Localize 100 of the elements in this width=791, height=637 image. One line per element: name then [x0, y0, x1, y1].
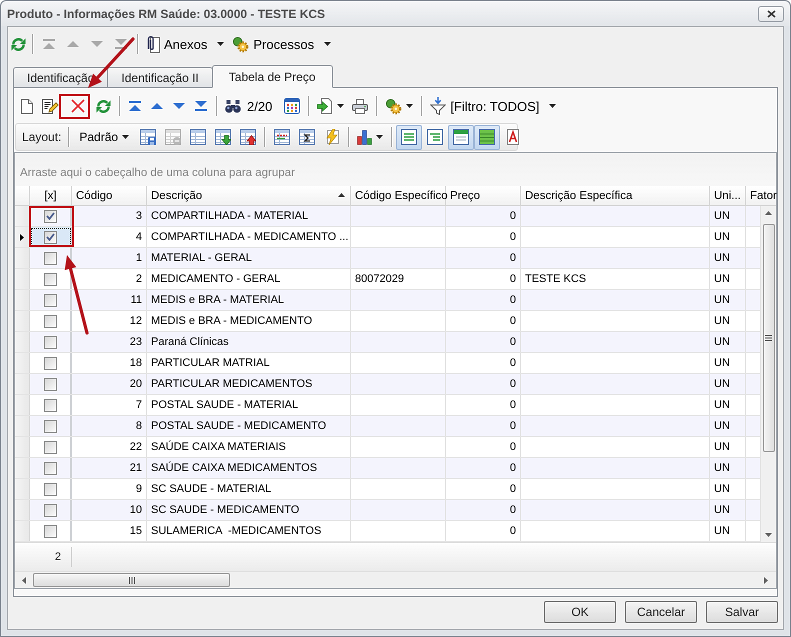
- scroll-down-icon: [765, 533, 772, 537]
- column-header[interactable]: Código: [72, 186, 147, 205]
- column-header[interactable]: [x]: [30, 186, 72, 205]
- checkbox[interactable]: [44, 252, 56, 264]
- caret-icon: [122, 135, 130, 139]
- table-row[interactable]: 23 Paraná Clínicas 0 UN: [15, 332, 760, 353]
- table-cell: 15: [130, 525, 142, 537]
- annotation-box: [29, 206, 74, 247]
- lined-table-icon: [401, 129, 418, 145]
- table-row[interactable]: 4 COMPARTILHADA - MEDICAMENTO ... 0 UN: [15, 227, 760, 248]
- checkbox[interactable]: [44, 462, 56, 474]
- table-row[interactable]: 15 SULAMERICA -MEDICAMENTOS 0 UN: [15, 521, 760, 542]
- footer-count: 2: [54, 551, 61, 563]
- table-cell: 8: [136, 420, 142, 432]
- column-header[interactable]: Descrição: [147, 186, 351, 205]
- table-cell: 0: [510, 315, 516, 327]
- table-row[interactable]: 12 MEDIS e BRA - MEDICAMENTO 0 UN: [15, 311, 760, 332]
- table-row[interactable]: 3 COMPARTILHADA - MATERIAL 0 UN: [15, 206, 760, 227]
- checkbox[interactable]: [44, 336, 56, 348]
- scrollbar-thumb[interactable]: [33, 573, 230, 587]
- tab[interactable]: Identificação II: [107, 67, 213, 88]
- table-row[interactable]: 7 POSTAL SAUDE - MATERIAL 0 UN: [15, 395, 760, 416]
- checkbox[interactable]: [44, 230, 56, 244]
- tab[interactable]: Identificação: [13, 67, 108, 88]
- table-cell: MEDIS e BRA - MEDICAMENTO: [151, 315, 312, 327]
- checkbox[interactable]: [44, 482, 56, 496]
- layout-dropdown[interactable]: Padrão: [73, 125, 136, 149]
- record-counter: 2/20: [247, 98, 272, 114]
- cancel-button[interactable]: Cancelar: [625, 601, 697, 623]
- table-cell: UN: [714, 399, 730, 411]
- table-row[interactable]: 2 MEDICAMENTO - GERAL 80072029 0 TESTE KCS UN: [15, 269, 760, 290]
- table-row[interactable]: 10 SC SAUDE - MEDICAMENTO 0 UN: [15, 500, 760, 521]
- blank-page-icon: [21, 98, 33, 114]
- sort-ascending-icon: [338, 193, 345, 197]
- ok-button[interactable]: OK: [544, 601, 616, 623]
- table-row[interactable]: 20 PARTICULAR MEDICAMENTOS 0 UN: [15, 374, 760, 395]
- filter-button[interactable]: [Filtro: TODOS]: [426, 94, 560, 118]
- scroll-up-icon: [765, 211, 772, 215]
- checkbox[interactable]: [44, 420, 56, 432]
- table-row[interactable]: 11 MEDIS e BRA - MATERIAL 0 UN: [15, 290, 760, 311]
- table-cell: UN: [714, 210, 730, 222]
- close-button[interactable]: [758, 6, 784, 22]
- checkbox[interactable]: [44, 272, 56, 286]
- horizontal-scrollbar[interactable]: [15, 571, 776, 588]
- column-header[interactable]: Preço: [446, 186, 521, 205]
- table-cell: 22: [130, 441, 142, 453]
- sigma-icon: [298, 129, 315, 145]
- table-cell: POSTAL SAUDE - MATERIAL: [151, 399, 298, 411]
- checkbox[interactable]: [44, 294, 56, 306]
- table-row[interactable]: 18 PARTICULAR MATRIAL 0 UN: [15, 353, 760, 374]
- checkbox[interactable]: [44, 378, 56, 390]
- table-cell: POSTAL SAUDE - MEDICAMENTO: [151, 420, 326, 432]
- checkbox[interactable]: [44, 314, 56, 328]
- table-cell: PARTICULAR MATRIAL: [151, 357, 270, 369]
- table-cell: 0: [510, 336, 516, 348]
- checkbox[interactable]: [44, 356, 56, 370]
- table-cell: UN: [714, 441, 730, 453]
- table-cell: UN: [714, 504, 730, 516]
- table-row[interactable]: 9 SC SAUDE - MATERIAL 0 UN: [15, 479, 760, 500]
- caret-icon: [376, 135, 384, 139]
- checkbox[interactable]: [44, 440, 56, 454]
- table-cell: 0: [510, 525, 516, 537]
- processes-button[interactable]: Processos: [228, 32, 336, 56]
- table-row[interactable]: 22 SAÚDE CAIXA MATERIAIS 0 UN: [15, 437, 760, 458]
- column-header[interactable]: Uni...: [710, 186, 746, 205]
- checkbox[interactable]: [44, 524, 56, 538]
- checkbox[interactable]: [44, 398, 56, 412]
- column-header[interactable]: Descrição Específica: [521, 186, 710, 205]
- annotation-box: [59, 94, 90, 119]
- grip-icon: [765, 335, 772, 341]
- table-cell: UN: [714, 525, 730, 537]
- group-hint: Arraste aqui o cabeçalho de uma coluna para agrupar: [20, 167, 295, 179]
- indented-lines-icon: [427, 129, 444, 145]
- table-row[interactable]: 1 MATERIAL - GERAL 0 UN: [15, 248, 760, 269]
- table-row[interactable]: 8 POSTAL SAUDE - MEDICAMENTO 0 UN: [15, 416, 760, 437]
- save-button[interactable]: Salvar: [706, 601, 778, 623]
- bar-triangle-up-icon: [129, 101, 141, 111]
- table-cell: UN: [714, 231, 730, 243]
- bar-triangle-down-icon: [115, 39, 127, 49]
- caret-icon: [549, 104, 556, 108]
- table-cell: 0: [510, 483, 516, 495]
- checkbox[interactable]: [44, 504, 56, 516]
- table-cell: 20: [130, 378, 142, 390]
- column-header[interactable]: Fator: [746, 186, 776, 205]
- table-row[interactable]: 21 SAÚDE CAIXA MEDICAMENTOS 0 UN: [15, 458, 760, 479]
- column-header[interactable]: Código Específico: [351, 186, 446, 205]
- vertical-scrollbar[interactable]: [760, 206, 776, 542]
- bar-triangle-down-icon: [195, 101, 207, 111]
- tab[interactable]: Tabela de Preço: [212, 65, 333, 88]
- table-cell: MEDICAMENTO - GERAL: [151, 273, 280, 285]
- scrollbar-thumb[interactable]: [762, 224, 774, 452]
- printer-icon: [352, 98, 368, 114]
- page-pencil-icon: [42, 98, 59, 114]
- current-row-icon: [20, 234, 24, 240]
- table-cell: 0: [510, 420, 516, 432]
- attachments-button[interactable]: Anexos: [142, 32, 228, 56]
- gears-icon: [232, 36, 250, 52]
- checkbox[interactable]: [44, 210, 56, 222]
- caret-icon: [337, 104, 344, 108]
- table-cell: 0: [510, 231, 516, 243]
